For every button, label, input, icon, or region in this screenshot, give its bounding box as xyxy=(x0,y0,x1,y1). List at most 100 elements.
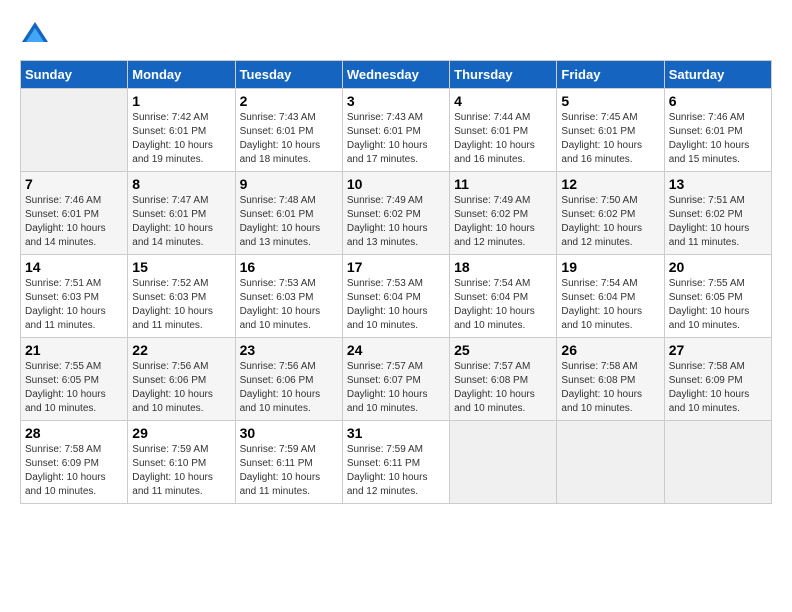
sunset-label: Sunset: 6:08 PM xyxy=(561,375,635,386)
day-number: 29 xyxy=(132,425,230,441)
sunset-label: Sunset: 6:10 PM xyxy=(132,458,206,469)
daylight-label: Daylight: 10 hours and 10 minutes. xyxy=(25,472,106,497)
calendar-cell: 10 Sunrise: 7:49 AM Sunset: 6:02 PM Dayl… xyxy=(342,172,449,255)
day-number: 31 xyxy=(347,425,445,441)
day-number: 25 xyxy=(454,342,552,358)
calendar-cell: 23 Sunrise: 7:56 AM Sunset: 6:06 PM Dayl… xyxy=(235,338,342,421)
day-number: 24 xyxy=(347,342,445,358)
day-number: 13 xyxy=(669,176,767,192)
daylight-label: Daylight: 10 hours and 10 minutes. xyxy=(669,389,750,414)
day-number: 22 xyxy=(132,342,230,358)
daylight-label: Daylight: 10 hours and 10 minutes. xyxy=(240,389,321,414)
day-info: Sunrise: 7:57 AM Sunset: 6:08 PM Dayligh… xyxy=(454,360,552,416)
sunset-label: Sunset: 6:04 PM xyxy=(454,292,528,303)
sunset-label: Sunset: 6:01 PM xyxy=(240,126,314,137)
calendar-cell: 30 Sunrise: 7:59 AM Sunset: 6:11 PM Dayl… xyxy=(235,421,342,504)
sunrise-label: Sunrise: 7:46 AM xyxy=(25,195,101,206)
header-tuesday: Tuesday xyxy=(235,61,342,89)
sunset-label: Sunset: 6:05 PM xyxy=(25,375,99,386)
calendar-cell: 7 Sunrise: 7:46 AM Sunset: 6:01 PM Dayli… xyxy=(21,172,128,255)
day-number: 16 xyxy=(240,259,338,275)
sunrise-label: Sunrise: 7:53 AM xyxy=(240,278,316,289)
sunrise-label: Sunrise: 7:54 AM xyxy=(454,278,530,289)
sunset-label: Sunset: 6:06 PM xyxy=(132,375,206,386)
daylight-label: Daylight: 10 hours and 17 minutes. xyxy=(347,140,428,165)
sunrise-label: Sunrise: 7:59 AM xyxy=(132,444,208,455)
daylight-label: Daylight: 10 hours and 10 minutes. xyxy=(240,306,321,331)
sunrise-label: Sunrise: 7:57 AM xyxy=(347,361,423,372)
calendar-cell: 21 Sunrise: 7:55 AM Sunset: 6:05 PM Dayl… xyxy=(21,338,128,421)
calendar-week-1: 1 Sunrise: 7:42 AM Sunset: 6:01 PM Dayli… xyxy=(21,89,772,172)
sunset-label: Sunset: 6:01 PM xyxy=(347,126,421,137)
day-number: 30 xyxy=(240,425,338,441)
daylight-label: Daylight: 10 hours and 11 minutes. xyxy=(25,306,106,331)
daylight-label: Daylight: 10 hours and 11 minutes. xyxy=(240,472,321,497)
sunset-label: Sunset: 6:01 PM xyxy=(132,209,206,220)
day-number: 26 xyxy=(561,342,659,358)
calendar-cell: 4 Sunrise: 7:44 AM Sunset: 6:01 PM Dayli… xyxy=(450,89,557,172)
sunrise-label: Sunrise: 7:56 AM xyxy=(240,361,316,372)
sunrise-label: Sunrise: 7:49 AM xyxy=(454,195,530,206)
calendar-cell: 12 Sunrise: 7:50 AM Sunset: 6:02 PM Dayl… xyxy=(557,172,664,255)
calendar-cell xyxy=(450,421,557,504)
day-number: 3 xyxy=(347,93,445,109)
day-info: Sunrise: 7:56 AM Sunset: 6:06 PM Dayligh… xyxy=(132,360,230,416)
sunrise-label: Sunrise: 7:55 AM xyxy=(669,278,745,289)
sunrise-label: Sunrise: 7:56 AM xyxy=(132,361,208,372)
calendar-cell xyxy=(557,421,664,504)
daylight-label: Daylight: 10 hours and 10 minutes. xyxy=(561,306,642,331)
sunset-label: Sunset: 6:01 PM xyxy=(561,126,635,137)
sunrise-label: Sunrise: 7:42 AM xyxy=(132,112,208,123)
calendar-cell: 9 Sunrise: 7:48 AM Sunset: 6:01 PM Dayli… xyxy=(235,172,342,255)
sunset-label: Sunset: 6:04 PM xyxy=(347,292,421,303)
sunrise-label: Sunrise: 7:45 AM xyxy=(561,112,637,123)
calendar-week-5: 28 Sunrise: 7:58 AM Sunset: 6:09 PM Dayl… xyxy=(21,421,772,504)
sunrise-label: Sunrise: 7:48 AM xyxy=(240,195,316,206)
daylight-label: Daylight: 10 hours and 12 minutes. xyxy=(347,472,428,497)
calendar-cell: 27 Sunrise: 7:58 AM Sunset: 6:09 PM Dayl… xyxy=(664,338,771,421)
day-number: 20 xyxy=(669,259,767,275)
day-number: 6 xyxy=(669,93,767,109)
day-info: Sunrise: 7:55 AM Sunset: 6:05 PM Dayligh… xyxy=(669,277,767,333)
day-number: 7 xyxy=(25,176,123,192)
calendar-week-4: 21 Sunrise: 7:55 AM Sunset: 6:05 PM Dayl… xyxy=(21,338,772,421)
day-info: Sunrise: 7:50 AM Sunset: 6:02 PM Dayligh… xyxy=(561,194,659,250)
day-number: 27 xyxy=(669,342,767,358)
header-thursday: Thursday xyxy=(450,61,557,89)
daylight-label: Daylight: 10 hours and 10 minutes. xyxy=(669,306,750,331)
daylight-label: Daylight: 10 hours and 10 minutes. xyxy=(347,306,428,331)
day-info: Sunrise: 7:58 AM Sunset: 6:09 PM Dayligh… xyxy=(25,443,123,499)
day-info: Sunrise: 7:47 AM Sunset: 6:01 PM Dayligh… xyxy=(132,194,230,250)
sunrise-label: Sunrise: 7:43 AM xyxy=(240,112,316,123)
day-number: 15 xyxy=(132,259,230,275)
calendar-cell: 25 Sunrise: 7:57 AM Sunset: 6:08 PM Dayl… xyxy=(450,338,557,421)
sunset-label: Sunset: 6:11 PM xyxy=(240,458,313,469)
day-info: Sunrise: 7:56 AM Sunset: 6:06 PM Dayligh… xyxy=(240,360,338,416)
sunset-label: Sunset: 6:01 PM xyxy=(669,126,743,137)
sunset-label: Sunset: 6:02 PM xyxy=(561,209,635,220)
calendar-cell: 28 Sunrise: 7:58 AM Sunset: 6:09 PM Dayl… xyxy=(21,421,128,504)
sunrise-label: Sunrise: 7:52 AM xyxy=(132,278,208,289)
daylight-label: Daylight: 10 hours and 12 minutes. xyxy=(561,223,642,248)
day-number: 12 xyxy=(561,176,659,192)
sunrise-label: Sunrise: 7:59 AM xyxy=(240,444,316,455)
logo-icon xyxy=(20,20,50,50)
sunrise-label: Sunrise: 7:49 AM xyxy=(347,195,423,206)
day-number: 4 xyxy=(454,93,552,109)
header-monday: Monday xyxy=(128,61,235,89)
calendar-cell: 18 Sunrise: 7:54 AM Sunset: 6:04 PM Dayl… xyxy=(450,255,557,338)
sunset-label: Sunset: 6:01 PM xyxy=(454,126,528,137)
sunset-label: Sunset: 6:01 PM xyxy=(240,209,314,220)
day-number: 21 xyxy=(25,342,123,358)
daylight-label: Daylight: 10 hours and 13 minutes. xyxy=(240,223,321,248)
sunrise-label: Sunrise: 7:43 AM xyxy=(347,112,423,123)
daylight-label: Daylight: 10 hours and 13 minutes. xyxy=(347,223,428,248)
day-number: 23 xyxy=(240,342,338,358)
day-info: Sunrise: 7:52 AM Sunset: 6:03 PM Dayligh… xyxy=(132,277,230,333)
sunset-label: Sunset: 6:01 PM xyxy=(25,209,99,220)
day-info: Sunrise: 7:51 AM Sunset: 6:03 PM Dayligh… xyxy=(25,277,123,333)
calendar-cell: 26 Sunrise: 7:58 AM Sunset: 6:08 PM Dayl… xyxy=(557,338,664,421)
daylight-label: Daylight: 10 hours and 10 minutes. xyxy=(454,389,535,414)
sunset-label: Sunset: 6:07 PM xyxy=(347,375,421,386)
day-number: 14 xyxy=(25,259,123,275)
